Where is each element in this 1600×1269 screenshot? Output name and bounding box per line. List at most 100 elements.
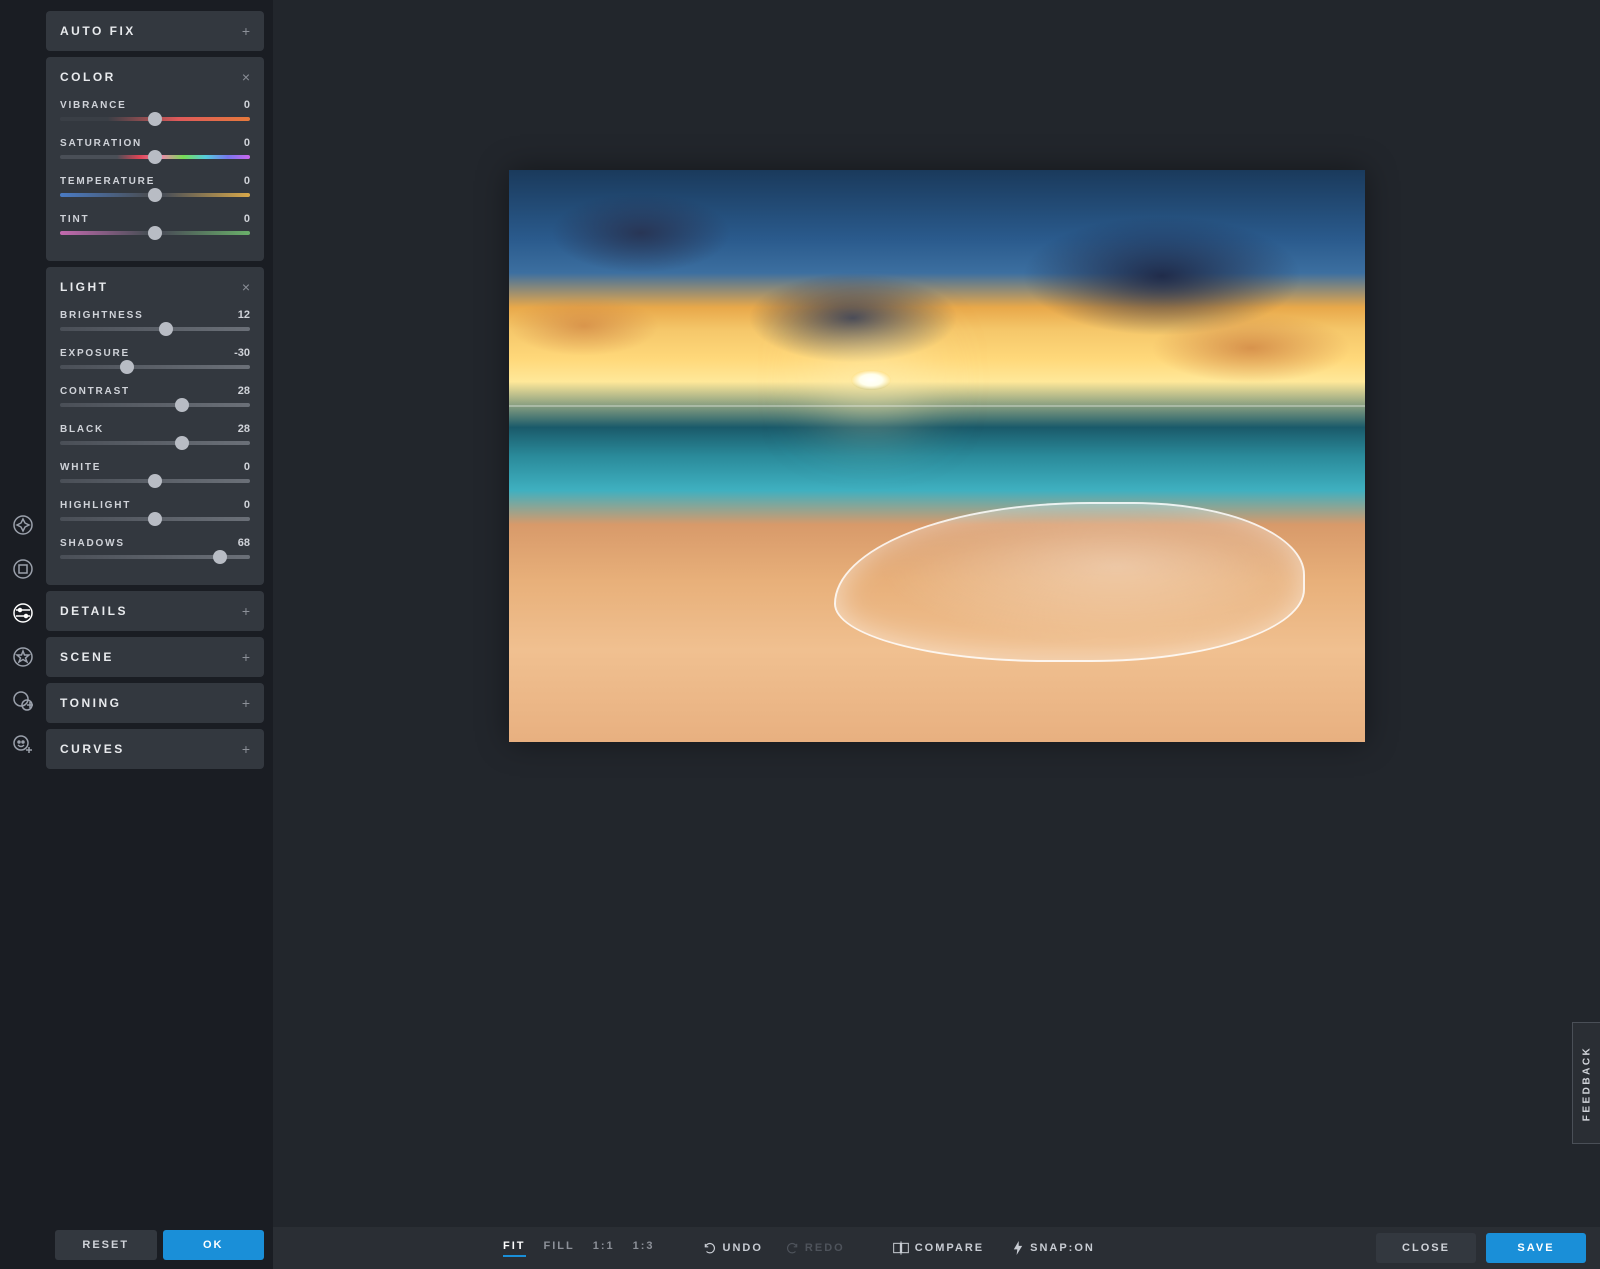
slider-track[interactable] [60,365,250,369]
slider-label: SATURATION [60,138,142,149]
panel-title: COLOR [60,70,116,84]
zoom-options: FIT FILL 1:1 1:3 [503,1240,655,1257]
light-black-slider: BLACK28 [60,423,250,445]
feedback-tab[interactable]: FEEDBACK [1572,1022,1600,1144]
panel-details-head[interactable]: DETAILS + [46,591,264,631]
slider-thumb[interactable] [213,550,227,564]
plus-icon: + [242,696,250,710]
compare-icon [893,1241,909,1255]
close-icon[interactable]: × [242,280,250,294]
adjust-sidebar: AUTO FIX + COLOR × VIBRANCE0SATURATION0T… [46,0,273,1269]
slider-track[interactable] [60,231,250,235]
slider-label: BLACK [60,424,104,435]
slider-thumb[interactable] [148,150,162,164]
panel-curves: CURVES + [46,729,264,769]
panel-light-head[interactable]: LIGHT × [46,267,264,307]
slider-thumb[interactable] [159,322,173,336]
slider-thumb[interactable] [148,226,162,240]
slider-track[interactable] [60,327,250,331]
slider-value: -30 [234,347,250,359]
slider-label: VIBRANCE [60,100,127,111]
bottom-toolbar: FITFILL1:11:3 UNDO REDO COMPARE SNAP:ON … [273,1227,1600,1269]
panel-light: LIGHT × BRIGHTNESS12 EXPOSURE -30 CONTRAST2… [46,267,264,585]
light-brightness-slider: BRIGHTNESS12 [60,309,250,331]
compare-button[interactable]: COMPARE [893,1241,984,1255]
zoom-fill[interactable]: FILL [544,1240,575,1257]
slider-label: TINT [60,214,89,225]
slider-value: 68 [238,537,250,549]
crop-tool-icon[interactable] [9,555,37,583]
reset-button[interactable]: RESET [55,1230,157,1260]
redo-button[interactable]: REDO [785,1241,845,1255]
slider-track[interactable] [60,155,250,159]
slider-thumb[interactable] [148,512,162,526]
panel-autofix: AUTO FIX + [46,11,264,51]
slider-thumb[interactable] [175,436,189,450]
plus-icon: + [242,650,250,664]
close-icon[interactable]: × [242,70,250,84]
slider-track[interactable] [60,517,250,521]
color-vibrance-slider: VIBRANCE0 [60,99,250,121]
slider-track[interactable] [60,555,250,559]
undo-label: UNDO [723,1242,763,1254]
slider-value: 0 [244,213,250,225]
slider-label: HIGHLIGHT [60,500,131,511]
redo-label: REDO [805,1242,845,1254]
panel-scene: SCENE + [46,637,264,677]
mid-group: COMPARE SNAP:ON [893,1241,1095,1255]
panel-scene-head[interactable]: SCENE + [46,637,264,677]
slider-value: 0 [244,175,250,187]
slider-track[interactable] [60,479,250,483]
slider-thumb[interactable] [120,360,134,374]
slider-track[interactable] [60,403,250,407]
undo-button[interactable]: UNDO [703,1241,763,1255]
zoom-fit[interactable]: FIT [503,1240,526,1257]
snap-label: SNAP:ON [1030,1242,1095,1254]
panel-title: DETAILS [60,604,128,618]
panel-title: AUTO FIX [60,24,136,38]
color-tint-slider: TINT 0 [60,213,250,235]
snap-button[interactable]: SNAP:ON [1012,1241,1095,1255]
slider-label: CONTRAST [60,386,130,397]
slider-thumb[interactable] [175,398,189,412]
preview-image[interactable] [509,170,1365,742]
slider-label: EXPOSURE [60,348,130,359]
zoom-1-3[interactable]: 1:3 [633,1240,655,1257]
slider-thumb[interactable] [148,112,162,126]
slider-label: SHADOWS [60,538,125,549]
slider-thumb[interactable] [148,188,162,202]
adjust-tool-icon[interactable] [9,599,37,627]
panel-color: COLOR × VIBRANCE0SATURATION0TEMPERATURE0… [46,57,264,261]
elements-tool-icon[interactable] [9,687,37,715]
snap-icon [1012,1241,1024,1255]
tool-rail [0,0,46,1269]
panel-autofix-head[interactable]: AUTO FIX + [46,11,264,51]
panel-color-head[interactable]: COLOR × [46,57,264,97]
stickers-tool-icon[interactable] [9,731,37,759]
save-button[interactable]: SAVE [1486,1233,1586,1263]
slider-track[interactable] [60,441,250,445]
panel-toning-head[interactable]: TONING + [46,683,264,723]
retouch-tool-icon[interactable] [9,511,37,539]
light-contrast-slider: CONTRAST28 [60,385,250,407]
slider-thumb[interactable] [148,474,162,488]
slider-label: TEMPERATURE [60,176,155,187]
plus-icon: + [242,742,250,756]
slider-label: WHITE [60,462,101,473]
effects-tool-icon[interactable] [9,643,37,671]
slider-track[interactable] [60,117,250,121]
panel-title: SCENE [60,650,114,664]
history-group: UNDO REDO [703,1241,845,1255]
close-button[interactable]: CLOSE [1376,1233,1476,1263]
panel-curves-head[interactable]: CURVES + [46,729,264,769]
zoom-1-1[interactable]: 1:1 [593,1240,615,1257]
light-exposure-slider: EXPOSURE -30 [60,347,250,369]
canvas-area: FITFILL1:11:3 UNDO REDO COMPARE SNAP:ON … [273,0,1600,1269]
slider-track[interactable] [60,193,250,197]
color-saturation-slider: SATURATION0 [60,137,250,159]
light-highlight-slider: HIGHLIGHT 0 [60,499,250,521]
slider-value: 0 [244,499,250,511]
undo-icon [703,1241,717,1255]
ok-button[interactable]: OK [163,1230,265,1260]
panel-details: DETAILS + [46,591,264,631]
